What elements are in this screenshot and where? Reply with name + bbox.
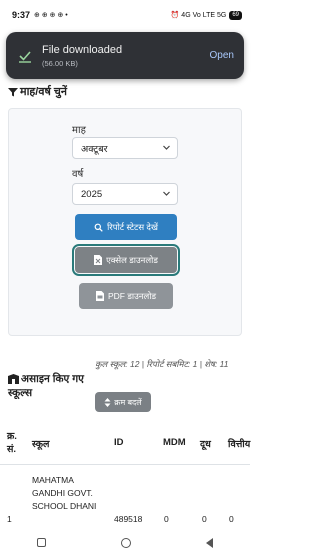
status-bar: 9:37 ⊕ ⊕ ⊕ ⊕ • ⏰ 4G Vo LTE 5G 69 <box>0 0 250 30</box>
status-time: 9:37 <box>12 10 31 20</box>
year-select-value: 2025 <box>81 188 103 200</box>
year-select[interactable]: 2025 <box>72 183 178 205</box>
toast-title: File downloaded <box>42 43 123 56</box>
school-icon <box>8 374 19 384</box>
year-label: वर्ष <box>72 169 84 180</box>
network-icons: ⏰ 4G Vo LTE 5G <box>170 12 227 19</box>
row-mdm: 0 <box>164 514 169 524</box>
row-school-name: MAHATMA GANDHI GOVT. SCHOOL DHANI <box>32 475 97 511</box>
excel-download-label: एक्सेल डाउनलोड <box>106 254 158 265</box>
school-stats: कुल स्कूल: 12 | रिपोर्ट सबमिट: 1 | शेष: … <box>95 359 229 369</box>
month-select-value: अक्टूबर <box>81 143 108 155</box>
table-divider <box>0 464 250 465</box>
col-header-school: स्कूल <box>32 439 50 450</box>
change-order-label: क्रम बदलें <box>114 397 142 407</box>
chevron-down-icon <box>163 145 170 150</box>
assigned-heading-text: असाइन किए गए स्कूल्स <box>8 373 84 399</box>
schools-table-header: क्र. सं. स्कूल ID MDM दूध वित्तीय <box>0 424 250 464</box>
chevron-down-icon <box>163 191 170 196</box>
filter-heading-text: माह/वर्ष चुनें <box>20 86 67 98</box>
report-status-button[interactable]: रिपोर्ट स्टेटस देखें <box>75 214 177 240</box>
filter-heading: माह/वर्ष चुनें <box>8 84 67 99</box>
open-file-button[interactable]: Open <box>210 50 234 61</box>
col-header-milk: दूध <box>200 439 211 450</box>
download-notification[interactable]: File downloaded (56.00 KB) Open <box>6 32 244 79</box>
recent-apps-icon[interactable] <box>37 538 47 547</box>
pdf-download-label: PDF डाउनलोड <box>108 290 156 301</box>
report-status-label: रिपोर्ट स्टेटस देखें <box>107 221 158 232</box>
col-header-financial: वित्तीय <box>228 439 251 450</box>
row-milk: 0 <box>202 514 207 524</box>
row-financial: 0 <box>229 514 234 524</box>
col-header-mdm: MDM <box>163 437 186 448</box>
row-serial: 1 <box>7 514 12 524</box>
pdf-download-button[interactable]: PDF डाउनलोड <box>79 283 173 309</box>
excel-download-button[interactable]: एक्सेल डाउनलोड <box>72 244 180 276</box>
month-label: माह <box>72 125 86 136</box>
download-complete-icon <box>19 50 31 63</box>
month-select[interactable]: अक्टूबर <box>72 137 178 159</box>
excel-file-icon <box>94 255 103 265</box>
row-school-id: 489518 <box>114 514 143 524</box>
notification-icons: ⊕ ⊕ ⊕ ⊕ • <box>34 12 68 19</box>
battery-icon: 69 <box>229 10 242 20</box>
toast-file-size: (56.00 KB) <box>42 58 78 68</box>
sort-icon <box>104 397 111 407</box>
search-icon <box>94 223 103 232</box>
pdf-file-icon <box>96 291 104 301</box>
col-header-serial: क्र. सं. <box>7 431 17 455</box>
assigned-schools-heading: असाइन किए गए स्कूल्स <box>8 372 88 400</box>
change-order-button[interactable]: क्रम बदलें <box>95 392 151 412</box>
home-icon[interactable] <box>120 537 131 548</box>
back-icon[interactable] <box>205 537 213 548</box>
col-header-id: ID <box>114 437 124 448</box>
filter-icon <box>8 87 18 96</box>
system-navigation-bar <box>0 534 250 551</box>
